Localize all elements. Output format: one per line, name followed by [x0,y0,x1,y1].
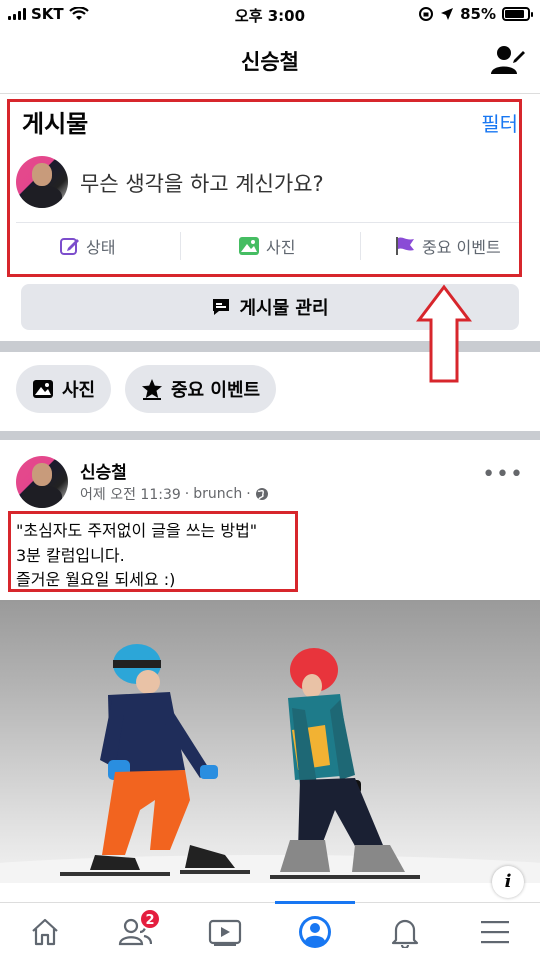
post-author[interactable]: 신승철 [80,458,127,483]
home-icon [32,918,58,946]
message-icon [213,299,230,315]
arrow-annotation [416,284,472,383]
separator-dot: · [246,486,251,502]
tab-friends[interactable] [90,903,180,961]
separator-dot: · [184,486,190,502]
user-edit-icon[interactable] [490,42,526,78]
notification-badge: 2 [139,908,161,930]
tab-menu[interactable] [450,903,540,961]
status-bar: SKT 오후 3:00 85% [0,0,540,28]
battery-percent: 85% [460,5,496,23]
tab-notifications[interactable] [360,903,450,961]
post-source[interactable]: brunch [193,486,242,502]
tab-watch[interactable] [180,903,270,961]
info-icon[interactable]: i [492,866,524,898]
highlight-box [7,99,522,277]
menu-icon [481,921,509,944]
photos-chip-label: 사진 [62,380,96,401]
section-separator [0,431,540,440]
profile-icon [299,916,331,948]
photos-chip[interactable]: 사진 [16,365,112,413]
profile-header: 신승철 [0,28,540,94]
tab-profile[interactable] [270,903,360,961]
post-photo[interactable] [0,600,540,883]
battery-icon [502,7,533,21]
photo-icon [33,380,53,398]
skiing-children-illustration [0,644,540,883]
video-icon [208,919,242,946]
life-events-chip[interactable]: 중요 이벤트 [125,365,277,413]
post-time[interactable]: 어제 오전 11:39 [80,484,181,504]
bottom-tab-bar [0,902,540,960]
avatar[interactable] [16,456,68,508]
more-options-icon[interactable]: ••• [482,462,524,487]
location-icon [441,8,454,20]
star-icon [142,379,162,400]
bell-icon [391,919,419,948]
active-tab-indicator [275,901,355,904]
child-right [270,648,420,879]
globe-icon [255,488,268,500]
highlight-box [8,511,298,592]
child-left [60,644,250,876]
page-title: 신승철 [241,50,299,74]
rotation-lock-icon [419,7,434,21]
manage-posts-label: 게시물 관리 [239,298,329,319]
tab-home[interactable] [0,903,90,961]
life-events-chip-label: 중요 이벤트 [171,380,261,401]
post-meta: 어제 오전 11:39 · brunch · [80,484,269,504]
